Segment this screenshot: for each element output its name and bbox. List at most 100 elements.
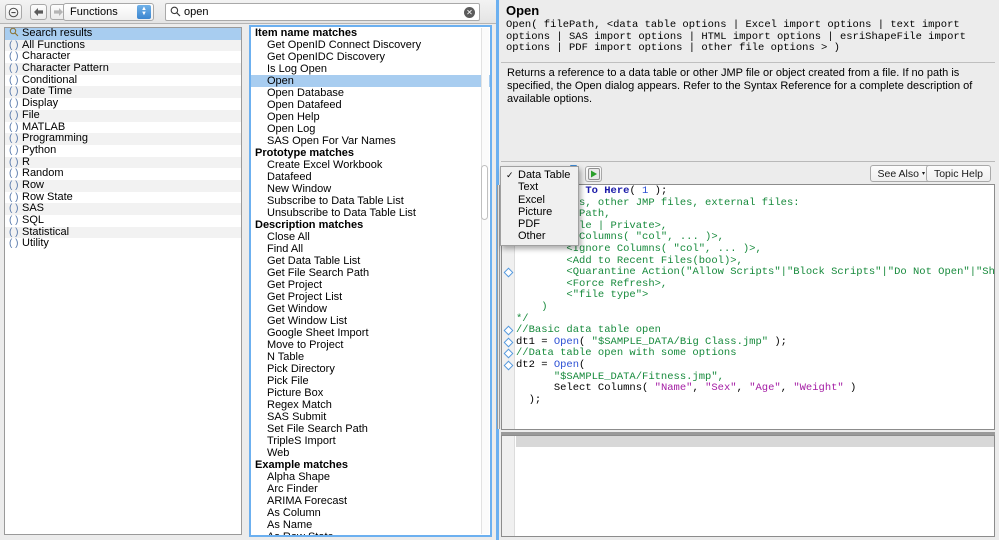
category-item-character-pattern[interactable]: ( ) Character Pattern: [5, 62, 241, 75]
matches-list-item[interactable]: Get Window: [251, 303, 490, 315]
see-also-button[interactable]: See Also ▾: [869, 165, 933, 182]
matches-list-item[interactable]: As Name: [251, 519, 490, 531]
code-token: <"file type">: [566, 289, 649, 302]
matches-list-item[interactable]: As Row State: [251, 531, 490, 535]
code-fold-marker[interactable]: [503, 348, 514, 359]
popup-menu-item-data-table[interactable]: ✓ Data Table: [501, 169, 578, 181]
matches-list-item[interactable]: Get Project List: [251, 291, 490, 303]
code-token: "$SAMPLE_DATA/Fitness.jmp",: [553, 370, 724, 383]
matches-list-item[interactable]: Pick Directory: [251, 363, 490, 375]
matches-list-item[interactable]: Set File Search Path: [251, 423, 490, 435]
matches-list-item[interactable]: Web: [251, 447, 490, 459]
code-token: //Basic data table open: [516, 324, 661, 337]
editor-code-area[interactable]: lt To Here( 1 ); les, other JMP files, e…: [516, 185, 994, 429]
matches-list-item[interactable]: Get Project: [251, 279, 490, 291]
code-token: ,: [736, 382, 750, 395]
matches-list-item[interactable]: TripleS Import: [251, 435, 490, 447]
category-item-label: Utility: [22, 237, 49, 250]
matches-list-item[interactable]: Arc Finder: [251, 483, 490, 495]
matches-list-item[interactable]: Get OpenIDC Discovery: [251, 51, 490, 63]
matches-group-header: Description matches: [255, 219, 364, 231]
parens-icon: ( ): [9, 74, 19, 86]
matches-list-item[interactable]: Picture Box: [251, 387, 490, 399]
popup-menu-item-excel[interactable]: Excel: [501, 194, 578, 206]
category-list[interactable]: Search results( ) All Functions( ) Charact…: [4, 27, 242, 535]
matches-list-item[interactable]: Open Datafeed: [251, 99, 490, 111]
popup-menu-item-label: Other: [518, 230, 546, 243]
code-fold-marker[interactable]: [503, 337, 514, 348]
matches-list-item[interactable]: Alpha Shape: [251, 471, 490, 483]
matches-list-item[interactable]: Get Window List: [251, 315, 490, 327]
code-fold-marker[interactable]: [503, 325, 514, 336]
popup-menu-item-other[interactable]: Other: [501, 230, 578, 242]
parens-icon: ( ): [9, 179, 19, 191]
chevron-down-icon: ▾: [921, 171, 925, 177]
category-item-search-results[interactable]: Search results: [5, 28, 241, 40]
matches-list-item[interactable]: Datafeed: [251, 171, 490, 183]
matches-list-item[interactable]: Open Help: [251, 111, 490, 123]
matches-list-item[interactable]: Move to Project: [251, 339, 490, 351]
matches-list-item[interactable]: Unsubscribe to Data Table List: [251, 207, 490, 219]
code-fold-marker[interactable]: [503, 267, 514, 278]
matches-list-item[interactable]: Open Database: [251, 87, 490, 99]
parens-icon: ( ): [9, 238, 19, 250]
code-token: Open: [553, 358, 580, 371]
matches-list-item[interactable]: ARIMA Forecast: [251, 495, 490, 507]
category-item-sql[interactable]: ( ) SQL: [5, 214, 241, 227]
matches-list-item[interactable]: Find All: [251, 243, 490, 255]
category-item-utility[interactable]: ( ) Utility: [5, 238, 241, 250]
syntax-text: Open( filePath, <data table options | Ex…: [506, 19, 973, 55]
code-fold-marker[interactable]: [503, 360, 514, 371]
scripting-index-window: Functions ▲ ▼ open ✕ Search results( ) All…: [0, 0, 999, 540]
output-pane[interactable]: [501, 435, 995, 537]
matches-list-item[interactable]: Is Log Open: [251, 63, 490, 75]
code-token: les, other JMP files, external files:: [566, 196, 800, 209]
stop-circle-icon[interactable]: [5, 4, 22, 20]
matches-list-item[interactable]: Create Excel Workbook: [251, 159, 490, 171]
check-icon: ✓: [506, 170, 514, 180]
parens-icon: ( ): [9, 226, 19, 238]
matches-list-item[interactable]: Get OpenID Connect Discovery: [251, 39, 490, 51]
matches-list[interactable]: Item name matches Get OpenID Connect Disc…: [249, 25, 492, 537]
matches-list-item[interactable]: Get File Search Path: [251, 267, 490, 279]
back-arrow-icon[interactable]: [30, 4, 47, 20]
clear-circle-icon[interactable]: ✕: [464, 6, 475, 18]
matches-list-item[interactable]: N Table: [251, 351, 490, 363]
matches-list-item[interactable]: Open Log: [251, 123, 490, 135]
matches-list-item[interactable]: SAS Open For Var Names: [251, 135, 490, 147]
matches-list-item[interactable]: Get Data Table List: [251, 255, 490, 267]
code-token: );: [648, 185, 668, 197]
popup-menu-item-pdf[interactable]: PDF: [501, 218, 578, 230]
code-token: <Ignore Columns( "col", ... )>,: [566, 242, 762, 255]
parens-icon: ( ): [9, 121, 19, 133]
topic-help-button[interactable]: Topic Help: [925, 165, 991, 182]
matches-list-item[interactable]: SAS Submit: [251, 411, 490, 423]
format-popup-menu[interactable]: ✓ Data Table Text Excel Picture PDF Other: [500, 166, 579, 246]
matches-list-item[interactable]: Close All: [251, 231, 490, 243]
matches-list-item[interactable]: Regex Match: [251, 399, 490, 411]
code-token: //Data table open with some options: [516, 347, 737, 360]
scope-select[interactable]: Functions ▲ ▼: [63, 3, 154, 21]
description-box: Returns a reference to a data table or o…: [501, 62, 995, 160]
matches-list-item[interactable]: New Window: [251, 183, 490, 195]
run-script-icon[interactable]: [585, 166, 602, 182]
matches-list-item[interactable]: Pick File: [251, 375, 490, 387]
parens-icon: ( ): [9, 133, 19, 145]
category-item-display[interactable]: ( ) Display: [5, 97, 241, 110]
code-token: "Weight": [793, 382, 844, 395]
matches-list-item[interactable]: Subscribe to Data Table List: [251, 195, 490, 207]
search-input[interactable]: open ✕: [165, 3, 480, 21]
matches-scrollbar-thumb[interactable]: [481, 165, 488, 220]
category-item-python[interactable]: ( ) Python: [5, 144, 241, 157]
popup-menu-item-text[interactable]: Text: [501, 181, 578, 193]
category-item-file[interactable]: ( ) File: [5, 109, 241, 122]
popup-menu-item-label: Text: [518, 181, 539, 194]
code-token: ,: [780, 382, 794, 395]
category-item-row[interactable]: ( ) Row: [5, 179, 241, 192]
code-token: t Columns( "col", ... )>,: [566, 231, 724, 244]
matches-scrollbar[interactable]: [481, 28, 489, 534]
popup-menu-item-picture[interactable]: Picture: [501, 206, 578, 218]
matches-list-item[interactable]: Open: [251, 75, 490, 87]
matches-list-item[interactable]: Google Sheet Import: [251, 327, 490, 339]
matches-list-item[interactable]: As Column: [251, 507, 490, 519]
